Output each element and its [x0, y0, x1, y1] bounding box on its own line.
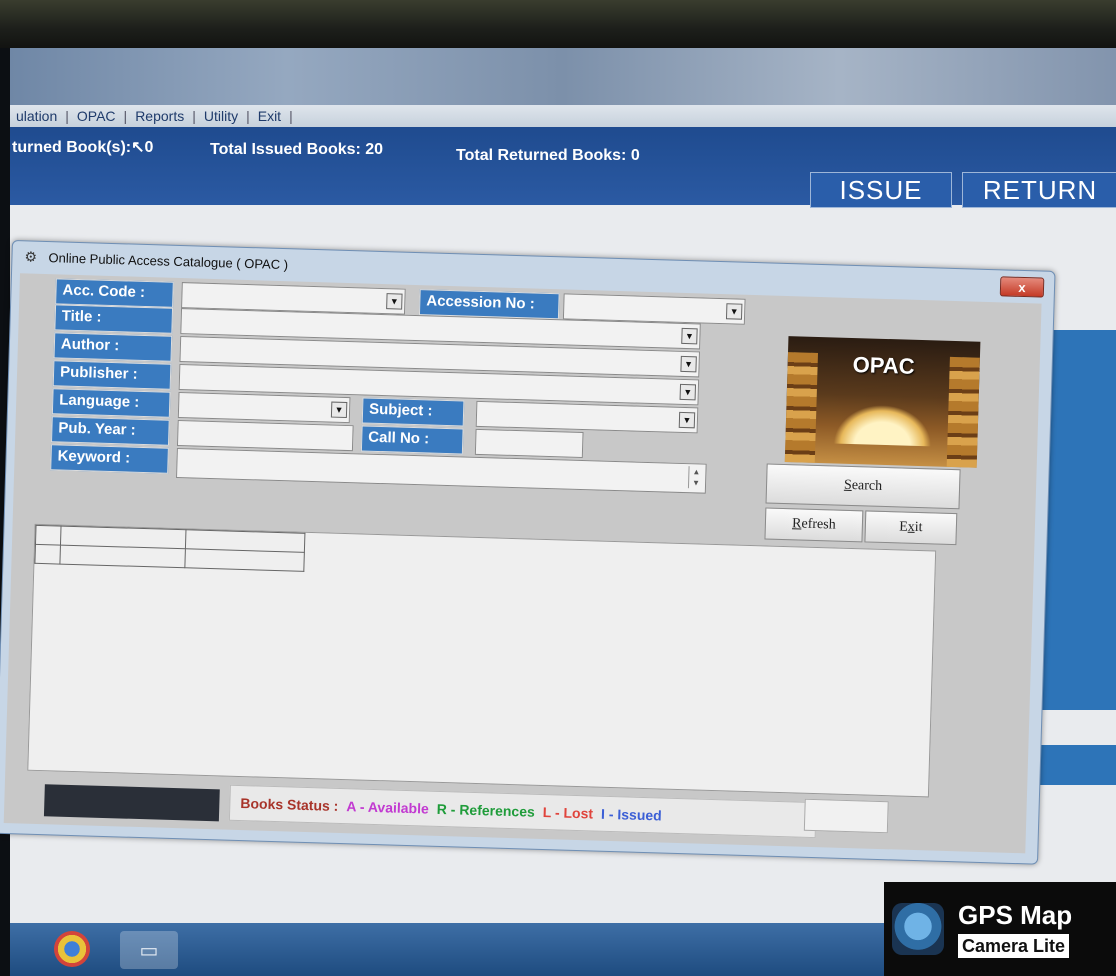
menu-separator: | — [65, 108, 69, 124]
monitor-bezel — [0, 0, 1116, 48]
author-label: Author : — [53, 332, 173, 362]
keyword-input[interactable]: ▲ ▼ — [176, 447, 707, 494]
status-panel-right — [803, 798, 889, 834]
pub-year-input[interactable] — [176, 419, 354, 452]
gps-map-camera-watermark: GPS Map Camera Lite — [884, 882, 1116, 976]
chevron-down-icon[interactable]: ▼ — [386, 293, 403, 310]
language-select[interactable]: ▼ — [177, 392, 351, 424]
refresh-accel: R — [791, 516, 802, 532]
chevron-down-icon[interactable]: ▼ — [680, 355, 697, 373]
returned-books-value: 0 — [144, 139, 154, 156]
gps-map-logo — [892, 903, 944, 955]
total-issued-books: Total Issued Books: 20 — [210, 141, 384, 158]
status-lost: L - Lost — [542, 804, 594, 822]
status-issued: I - Issued — [600, 805, 662, 824]
returned-books-text: turned Book(s): — [12, 139, 132, 156]
books-status-label: Books Status : — [240, 795, 339, 814]
menu-separator: | — [289, 108, 293, 124]
open-book-icon — [833, 403, 933, 447]
opac-books-image: OPAC — [784, 336, 981, 468]
acc-code-label: Acc. Code : — [55, 278, 174, 308]
menu-item-exit[interactable]: Exit — [252, 108, 287, 124]
menu-bar: ulation | OPAC | Reports | Utility | Exit | — [10, 105, 1116, 127]
status-bar: turned Book(s):↖0 Total Issued Books: 20… — [10, 127, 1116, 208]
cursor-icon: ↖ — [131, 139, 145, 156]
gps-watermark-subtitle: Camera Lite — [958, 934, 1070, 958]
menu-item-utility[interactable]: Utility — [198, 108, 244, 124]
table-cell[interactable] — [184, 548, 305, 572]
status-references: R - References — [436, 800, 536, 820]
app-icon: ⚙ — [24, 248, 38, 265]
refresh-button[interactable]: Refresh — [764, 507, 864, 543]
close-button[interactable]: x — [999, 276, 1045, 298]
results-table — [34, 525, 305, 572]
refresh-label: efresh — [801, 516, 836, 533]
pub-year-label: Pub. Year : — [51, 416, 170, 446]
return-button[interactable]: RETURN — [962, 172, 1116, 208]
returned-books-label: turned Book(s):↖0 — [12, 137, 153, 157]
dialog-client: Acc. Code : ▼ Accession No : ▼ Title : ▼… — [3, 273, 1042, 854]
search-label: earch — [851, 478, 883, 494]
chevron-down-icon[interactable]: ▼ — [725, 303, 743, 320]
call-no-input[interactable] — [474, 428, 584, 459]
issue-button[interactable]: ISSUE — [810, 172, 952, 208]
menu-item-opac[interactable]: OPAC — [71, 108, 122, 124]
chevron-down-icon[interactable]: ▼ — [678, 411, 696, 429]
keyword-label: Keyword : — [50, 444, 169, 474]
menu-separator: | — [246, 108, 250, 124]
chevron-down-icon[interactable]: ▼ — [330, 401, 348, 419]
publisher-label: Publisher : — [52, 360, 172, 390]
opac-dialog: ⚙ Online Public Access Catalogue ( OPAC … — [0, 240, 1056, 865]
table-cell[interactable] — [35, 525, 62, 546]
subject-label: Subject : — [361, 397, 465, 427]
language-label: Language : — [51, 388, 171, 418]
table-cell[interactable] — [34, 544, 61, 565]
call-no-label: Call No : — [360, 425, 464, 455]
menu-item-circulation[interactable]: ulation — [10, 108, 63, 124]
folder-icon[interactable]: ▭ — [120, 931, 178, 969]
status-panel-left — [43, 784, 220, 822]
spinner-icon[interactable]: ▲ ▼ — [687, 466, 704, 489]
exit-button[interactable]: Ex it — [864, 510, 958, 546]
dialog-title: Online Public Access Catalogue ( OPAC ) — [48, 249, 289, 272]
menu-item-reports[interactable]: Reports — [129, 108, 190, 124]
menu-separator: | — [192, 108, 196, 124]
total-returned-books: Total Returned Books: 0 — [456, 147, 640, 164]
exit-label-post: it — [914, 519, 923, 536]
chevron-down-icon[interactable]: ▼ — [679, 383, 697, 401]
menu-separator: | — [123, 108, 128, 124]
search-button[interactable]: Search — [765, 463, 961, 510]
subject-select[interactable]: ▼ — [475, 400, 699, 434]
books-status-legend: Books Status : A - Available R - Referen… — [228, 784, 817, 839]
results-grid[interactable] — [27, 523, 937, 798]
status-available: A - Available — [346, 798, 430, 817]
title-label: Title : — [54, 304, 174, 334]
table-cell[interactable] — [59, 545, 186, 568]
gps-watermark-title: GPS Map — [958, 900, 1073, 930]
gps-watermark-text: GPS Map Camera Lite — [958, 900, 1072, 958]
chevron-down-icon[interactable]: ▼ — [681, 327, 698, 345]
chrome-icon[interactable] — [54, 931, 90, 967]
